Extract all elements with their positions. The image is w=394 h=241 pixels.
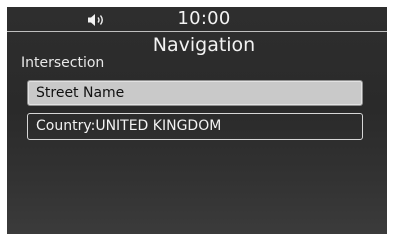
navigation-screen: 10:00 Navigation Intersection Street Nam… (7, 7, 387, 234)
section-label: Intersection (21, 55, 105, 71)
street-name-item[interactable]: Street Name (27, 80, 363, 106)
country-item[interactable]: Country:UNITED KINGDOM (27, 113, 363, 140)
status-divider (7, 31, 387, 32)
clock: 10:00 (177, 8, 231, 29)
status-bar: 10:00 (7, 7, 387, 31)
